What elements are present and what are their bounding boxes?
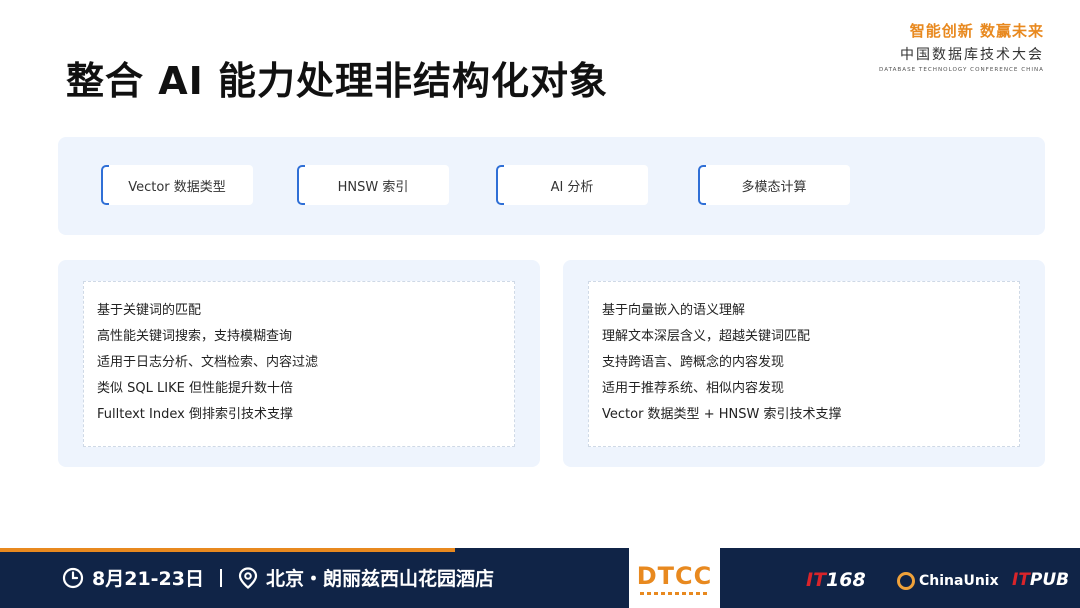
event-venue: 北京・朗丽兹西山花园酒店 [266, 568, 495, 590]
partner-it168-suffix: 168 [826, 569, 866, 591]
list-item: 适用于推荐系统、相似内容发现 [602, 381, 785, 396]
footer-banner: 8月21-23日 北京・朗丽兹西山花园酒店 DTCC IT168 ChinaUn… [0, 548, 1080, 608]
feature-panel: Vector 数据类型 HNSW 索引 AI 分析 多模态计算 [58, 137, 1045, 235]
brand-name-cn: 中国数据库技术大会 [900, 47, 1044, 63]
fulltext-card: 基于关键词的匹配 高性能关键词搜索，支持模糊查询 适用于日志分析、文档检索、内容… [83, 281, 515, 447]
footer-accent-stripe [0, 548, 455, 552]
feature-chip-hnsw: HNSW 索引 [297, 165, 449, 205]
brand-slogan: 智能创新 数赢未来 [909, 22, 1044, 40]
chinaunix-ring-icon [897, 572, 915, 590]
list-item: 类似 SQL LIKE 但性能提升数十倍 [97, 381, 293, 396]
conference-brand: 智能创新 数赢未来 中国数据库技术大会 DATABASE TECHNOLOGY … [844, 20, 1044, 73]
partner-chinaunix-text: ChinaUnix [919, 573, 999, 589]
partner-logo-chinaunix: ChinaUnix [897, 572, 999, 590]
list-item: 支持跨语言、跨概念的内容发现 [602, 355, 785, 370]
list-item: 基于向量嵌入的语义理解 [602, 303, 746, 318]
vector-panel: 基于向量嵌入的语义理解 理解文本深层含义，超越关键词匹配 支持跨语言、跨概念的内… [563, 260, 1045, 467]
list-item: 基于关键词的匹配 [97, 303, 202, 318]
list-item: 适用于日志分析、文档检索、内容过滤 [97, 355, 319, 370]
list-item: Fulltext Index 倒排索引技术支撑 [97, 407, 293, 422]
event-info: 8月21-23日 北京・朗丽兹西山花园酒店 [62, 564, 494, 591]
dtcc-logo-text: DTCC [636, 561, 713, 590]
list-item: 理解文本深层含义，超越关键词匹配 [602, 329, 811, 344]
slide: 整合 AI 能力处理非结构化对象 智能创新 数赢未来 中国数据库技术大会 DAT… [0, 0, 1080, 608]
page-title: 整合 AI 能力处理非结构化对象 [66, 59, 609, 103]
partner-logo-it168: IT168 [806, 569, 866, 591]
partner-itpub-prefix: IT [1012, 570, 1030, 590]
dtcc-logo: DTCC [629, 548, 720, 608]
feature-chip-ai: AI 分析 [496, 165, 648, 205]
vector-card: 基于向量嵌入的语义理解 理解文本深层含义，超越关键词匹配 支持跨语言、跨概念的内… [588, 281, 1020, 447]
feature-chip-vector: Vector 数据类型 [101, 165, 253, 205]
partner-itpub-suffix: PUB [1029, 570, 1070, 590]
feature-chip-multimodal: 多模态计算 [698, 165, 850, 205]
list-item: 高性能关键词搜索，支持模糊查询 [97, 329, 293, 344]
dtcc-logo-dots [639, 591, 710, 595]
location-pin-icon [238, 566, 258, 589]
brand-name-en: DATABASE TECHNOLOGY CONFERENCE CHINA [879, 67, 1044, 73]
list-item: Vector 数据类型 + HNSW 索引技术支撑 [602, 407, 842, 422]
fulltext-panel: 基于关键词的匹配 高性能关键词搜索，支持模糊查询 适用于日志分析、文档检索、内容… [58, 260, 540, 467]
footer-divider [220, 568, 222, 587]
event-date: 8月21-23日 [92, 568, 204, 590]
partner-logo-itpub: ITPUB [1012, 570, 1069, 590]
clock-icon [62, 567, 84, 588]
partner-it168-prefix: IT [806, 569, 827, 591]
